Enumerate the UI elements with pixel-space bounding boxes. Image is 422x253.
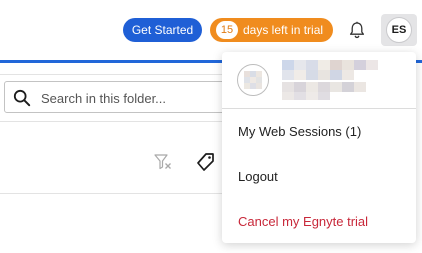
- divider: [0, 121, 222, 122]
- menu-item-web-sessions[interactable]: My Web Sessions (1): [238, 124, 361, 139]
- trial-label: days left in trial: [243, 23, 324, 37]
- user-dropdown-menu: My Web Sessions (1) Logout Cancel my Egn…: [222, 52, 416, 243]
- redacted-user-details: [282, 60, 380, 100]
- menu-separator: [222, 108, 416, 109]
- bell-icon[interactable]: [347, 20, 367, 40]
- user-menu-button[interactable]: ES: [381, 14, 417, 46]
- search-input[interactable]: [41, 88, 231, 108]
- divider: [0, 74, 222, 75]
- profile-avatar: [237, 64, 269, 96]
- get-started-button[interactable]: Get Started: [123, 18, 202, 42]
- clear-filter-icon[interactable]: [153, 152, 173, 172]
- trial-days-badge: 15: [216, 21, 238, 39]
- app-page: Get Started 15 days left in trial ES Sea…: [0, 0, 422, 253]
- menu-item-cancel-trial[interactable]: Cancel my Egnyte trial: [238, 214, 368, 229]
- avatar: ES: [386, 17, 412, 43]
- folder-search-box[interactable]: [4, 81, 244, 113]
- divider: [0, 193, 222, 194]
- search-icon: [13, 89, 31, 107]
- user-profile-header: [222, 52, 416, 108]
- tag-icon[interactable]: [194, 150, 218, 174]
- menu-item-logout[interactable]: Logout: [238, 169, 278, 184]
- top-bar: Get Started 15 days left in trial ES: [0, 0, 422, 60]
- trial-status-button[interactable]: 15 days left in trial: [210, 18, 333, 42]
- redacted-avatar-image: [244, 71, 262, 89]
